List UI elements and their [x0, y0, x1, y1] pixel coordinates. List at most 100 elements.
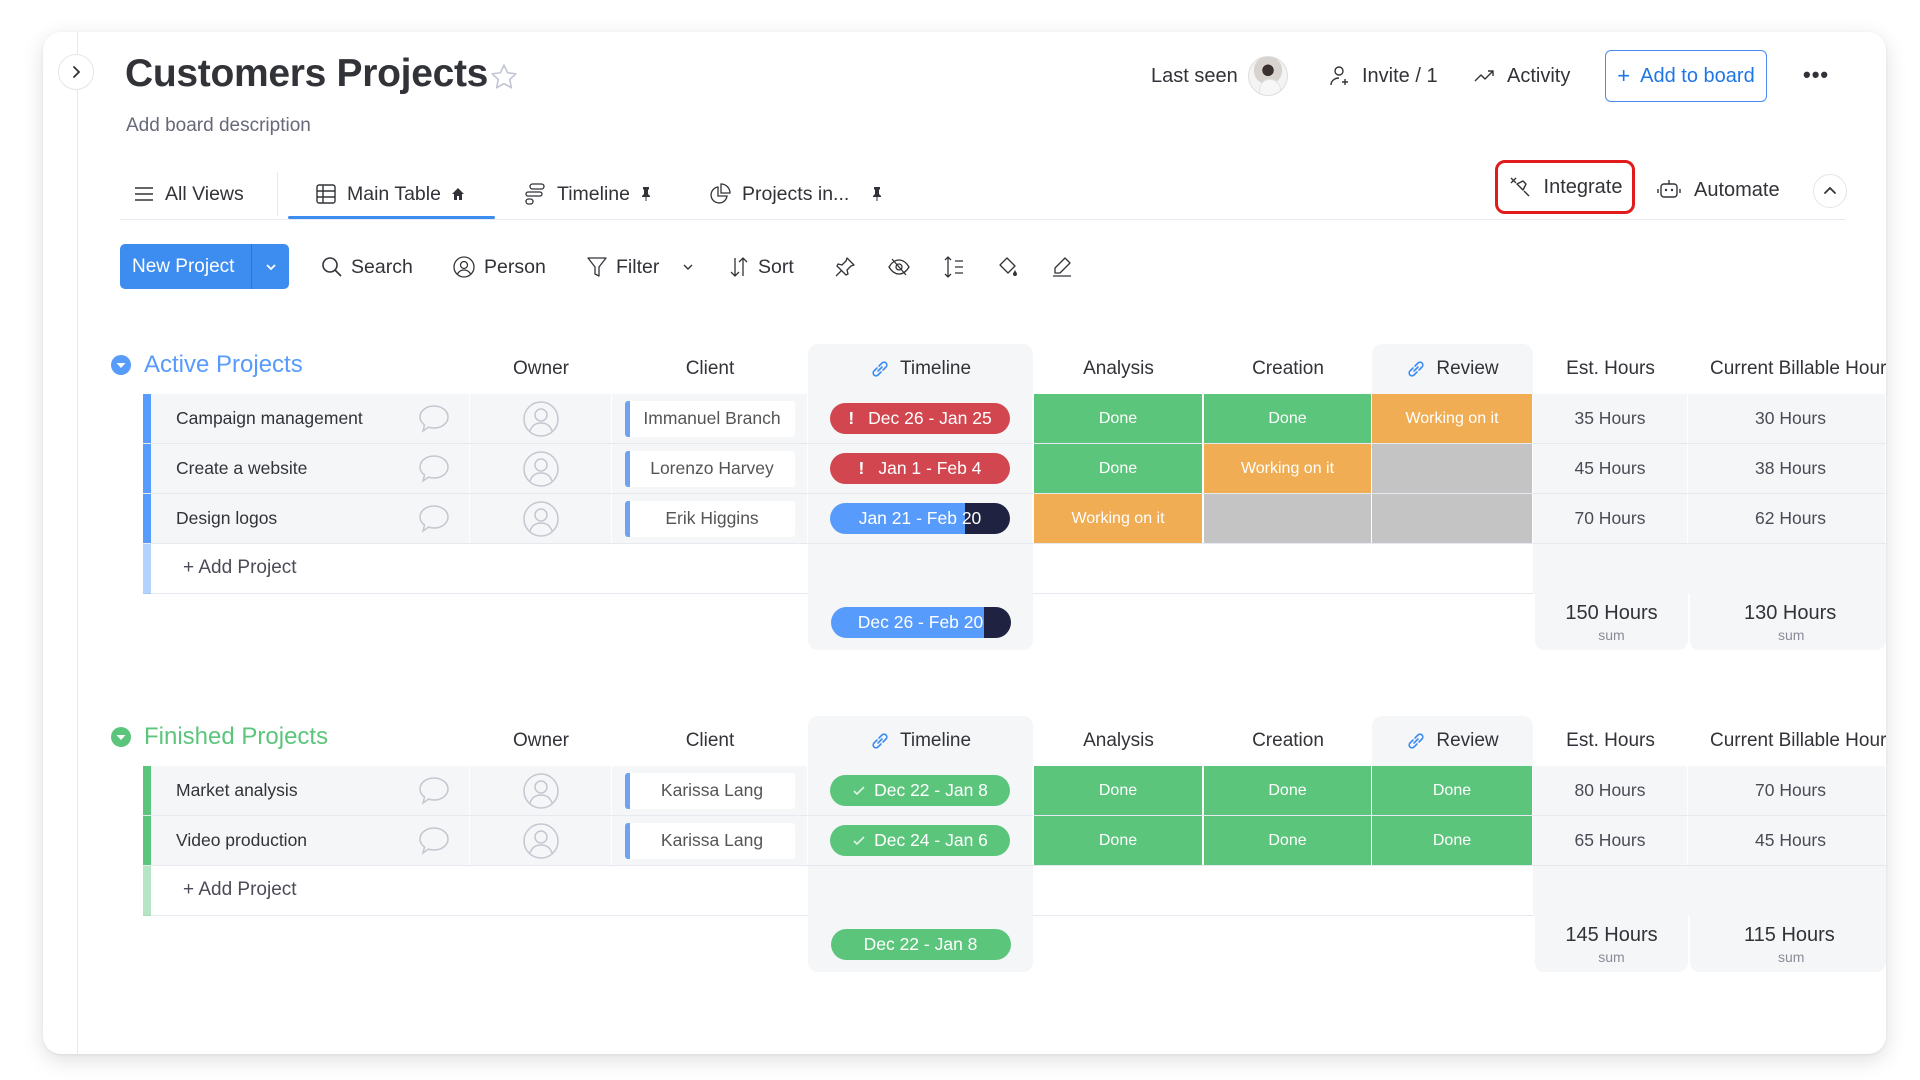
hide-columns-button[interactable] [886, 254, 912, 280]
column-header-current-billable[interactable]: Current Billable Hours [1688, 716, 1886, 766]
column-header-timeline[interactable]: Timeline [808, 344, 1033, 394]
board-title[interactable]: Customers Projects [125, 52, 488, 96]
new-project-button[interactable]: New Project [120, 244, 289, 289]
column-header-est-hours[interactable]: Est. Hours [1533, 716, 1688, 766]
more-options-button[interactable]: ••• [1803, 62, 1829, 88]
integrate-button[interactable]: Integrate [1495, 160, 1635, 214]
owner-cell[interactable] [470, 766, 612, 815]
owner-cell[interactable] [470, 494, 612, 543]
comment-button[interactable] [417, 825, 451, 862]
color-rows-button[interactable] [995, 254, 1021, 280]
owner-cell[interactable] [470, 394, 612, 443]
status-analysis[interactable]: Done [1034, 394, 1203, 443]
comment-button[interactable] [417, 403, 451, 440]
current-hours-cell[interactable]: 38 Hours [1688, 444, 1886, 493]
group-title[interactable]: Finished Projects [110, 719, 510, 755]
expand-sidebar-button[interactable] [58, 54, 94, 90]
item-name-cell[interactable]: Video production [151, 816, 470, 865]
new-project-dropdown[interactable] [252, 261, 289, 273]
est-hours-cell[interactable]: 80 Hours [1533, 766, 1688, 815]
client-cell[interactable]: Karissa Lang [612, 816, 808, 865]
item-name-cell[interactable]: Campaign management [151, 394, 470, 443]
current-hours-cell[interactable]: 70 Hours [1688, 766, 1886, 815]
chevron-down-icon[interactable] [681, 260, 695, 274]
status-review[interactable]: Done [1372, 766, 1533, 815]
status-analysis[interactable]: Done [1034, 766, 1203, 815]
timeline-pill[interactable]: ! Dec 26 - Jan 25 [830, 403, 1010, 434]
current-hours-cell[interactable]: 62 Hours [1688, 494, 1886, 543]
status-review[interactable]: Done [1372, 816, 1533, 865]
status-creation[interactable]: Done [1204, 816, 1372, 865]
filter-button[interactable]: Filter [586, 246, 695, 288]
tab-all-views[interactable]: All Views [133, 174, 244, 214]
group-title[interactable]: Active Projects [110, 347, 510, 383]
comment-button[interactable] [417, 503, 451, 540]
column-header-review[interactable]: Review [1372, 344, 1533, 394]
item-name[interactable]: Campaign management [176, 408, 363, 429]
column-header-creation[interactable]: Creation [1204, 716, 1372, 766]
activity-button[interactable]: Activity [1473, 56, 1570, 96]
add-project-input[interactable]: + Add Project [183, 879, 297, 901]
sort-button[interactable]: Sort [728, 246, 794, 288]
tab-projects-in[interactable]: Projects in... [708, 174, 883, 214]
pin-columns-button[interactable] [832, 254, 858, 280]
add-to-board-button[interactable]: + Add to board [1605, 50, 1767, 102]
est-hours-cell[interactable]: 35 Hours [1533, 394, 1688, 443]
row-height-button[interactable] [941, 254, 967, 280]
timeline-cell[interactable]: Dec 24 - Jan 6 [808, 816, 1033, 865]
client-cell[interactable]: Erik Higgins [612, 494, 808, 543]
column-header-current-billable[interactable]: Current Billable Hours [1688, 344, 1886, 394]
item-name[interactable]: Video production [176, 830, 307, 851]
column-header-client[interactable]: Client [612, 344, 808, 394]
comment-button[interactable] [417, 775, 451, 812]
timeline-cell[interactable]: Jan 21 - Feb 20 [808, 494, 1033, 543]
column-header-timeline[interactable]: Timeline [808, 716, 1033, 766]
column-header-owner[interactable]: Owner [470, 344, 612, 394]
automate-button[interactable]: Automate [1656, 170, 1780, 210]
invite-button[interactable]: Invite / 1 [1328, 56, 1438, 96]
status-creation[interactable]: Done [1204, 394, 1372, 443]
timeline-cell[interactable]: Dec 22 - Jan 8 [808, 766, 1033, 815]
tab-timeline[interactable]: Timeline [523, 174, 652, 214]
client-cell[interactable]: Lorenzo Harvey [612, 444, 808, 493]
add-project-row[interactable]: + Add Project [143, 866, 1886, 916]
person-filter-button[interactable]: Person [452, 246, 546, 288]
status-analysis[interactable]: Done [1034, 816, 1203, 865]
status-creation[interactable]: Working on it [1204, 444, 1372, 493]
table-row[interactable]: Market analysis Karissa Lang Dec 22 - Jan … [143, 766, 1886, 816]
est-hours-cell[interactable]: 70 Hours [1533, 494, 1688, 543]
add-project-input[interactable]: + Add Project [183, 557, 297, 579]
column-header-est-hours[interactable]: Est. Hours [1533, 344, 1688, 394]
owner-cell[interactable] [470, 444, 612, 493]
tab-main-table[interactable]: Main Table [315, 174, 465, 214]
status-creation[interactable] [1204, 494, 1372, 543]
client-cell[interactable]: Immanuel Branch [612, 394, 808, 443]
search-button[interactable]: Search [321, 246, 413, 288]
item-name-cell[interactable]: Design logos [151, 494, 470, 543]
table-row[interactable]: Design logos Erik Higgins Jan 21 - Feb 20 W… [143, 494, 1886, 544]
table-row[interactable]: Create a website Lorenzo Harvey ! Jan 1 - F… [143, 444, 1886, 494]
timeline-pill[interactable]: ! Jan 1 - Feb 4 [830, 453, 1010, 484]
column-header-review[interactable]: Review [1372, 716, 1533, 766]
column-header-analysis[interactable]: Analysis [1034, 344, 1203, 394]
item-name[interactable]: Design logos [176, 508, 277, 529]
item-name[interactable]: Create a website [176, 458, 307, 479]
client-cell[interactable]: Karissa Lang [612, 766, 808, 815]
item-name[interactable]: Market analysis [176, 780, 298, 801]
status-review[interactable]: Working on it [1372, 394, 1533, 443]
timeline-pill[interactable]: Jan 21 - Feb 20 [830, 503, 1010, 534]
favorite-star-button[interactable] [489, 62, 519, 97]
timeline-cell[interactable]: ! Dec 26 - Jan 25 [808, 394, 1033, 443]
collapse-header-button[interactable] [1813, 174, 1847, 208]
last-seen-button[interactable]: Last seen [1151, 56, 1288, 96]
table-row[interactable]: Campaign management Immanuel Branch ! Dec 2… [143, 394, 1886, 444]
timeline-pill[interactable]: Dec 24 - Jan 6 [830, 825, 1010, 856]
current-hours-cell[interactable]: 30 Hours [1688, 394, 1886, 443]
timeline-cell[interactable]: ! Jan 1 - Feb 4 [808, 444, 1033, 493]
board-description[interactable]: Add board description [126, 115, 311, 137]
edit-button[interactable] [1049, 254, 1075, 280]
est-hours-cell[interactable]: 65 Hours [1533, 816, 1688, 865]
column-header-analysis[interactable]: Analysis [1034, 716, 1203, 766]
status-creation[interactable]: Done [1204, 766, 1372, 815]
status-review[interactable] [1372, 494, 1533, 543]
